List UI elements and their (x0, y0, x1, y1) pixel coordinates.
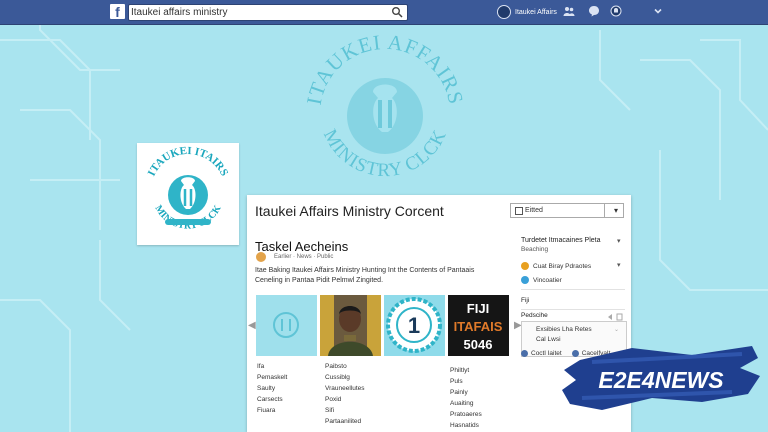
list-item[interactable]: Pemaskelt (257, 372, 287, 383)
sidebar-item-label: Cuat Biray Pdraotes (533, 262, 592, 270)
sidebar-chevron-icon[interactable]: ▾ (617, 261, 621, 269)
profile-button[interactable]: Itaukei Affairs (497, 4, 557, 20)
messenger-icon[interactable] (588, 5, 600, 17)
news-watermark-logo: E2E4NEWS (562, 346, 760, 410)
photo-gallery: ◀ 1 FIJI ITAFAIS 5046 ▶ (248, 295, 522, 357)
emblem-icon (273, 312, 299, 338)
edit-dropdown[interactable]: Eitted ▾ (510, 203, 624, 218)
divider (521, 309, 625, 310)
post-meta-text: Earlier · News · Public (274, 254, 334, 260)
watermark-emblem: ITAUKEI AFFAIRS MINISTRY CLCK (302, 32, 468, 181)
sidebar-label-subscribe[interactable]: Pedscihe (521, 312, 548, 319)
list-item[interactable]: Vrauneellutes (325, 383, 365, 394)
post-text-line: Itae Baking Itaukei Affairs Ministry Hun… (255, 267, 475, 274)
list-item[interactable]: Fiuara (257, 405, 287, 416)
poster-line-3: 5046 (464, 337, 493, 352)
list-item[interactable]: Partaanilited (325, 416, 365, 427)
list-item[interactable]: Paibsto (325, 361, 365, 372)
info-box-line-1: Exsibies Lha Retes (536, 326, 592, 333)
list-item[interactable]: Puls (450, 376, 482, 387)
list-item[interactable]: Saulty (257, 383, 287, 394)
list-item[interactable]: Painly (450, 387, 482, 398)
list-item[interactable]: Ifa (257, 361, 287, 372)
divider (521, 289, 625, 290)
page-avatar-icon (521, 262, 529, 270)
sidebar-header: Turdetet Itmacaines Pleta (521, 237, 601, 244)
page-title: Itaukei Affairs Ministry Corcent (255, 203, 444, 219)
badge-number: 1 (408, 313, 420, 338)
poster-image: FIJI ITAFAIS 5046 (448, 295, 509, 356)
chevron-down-icon[interactable]: ▾ (614, 204, 618, 217)
edit-icon (515, 207, 523, 215)
avatar (497, 5, 511, 19)
sidebar-label-fiji: Fiji (521, 297, 530, 304)
info-column-3: Philtlyt Puls Painly Auaiting Pratoaeres… (450, 365, 482, 431)
list-item[interactable]: Philtlyt (450, 365, 482, 376)
search-box[interactable] (128, 4, 408, 21)
share-icons[interactable] (607, 313, 623, 321)
sidebar-subheader: Beaching (521, 246, 549, 253)
sidebar-item[interactable]: Vincoatier (521, 275, 562, 285)
more-icon[interactable]: ⌄ (614, 326, 619, 333)
dropdown-label: Eitted (525, 207, 543, 214)
sidebar-item-label: Vincoatier (533, 276, 562, 284)
list-item[interactable]: Poxid (325, 394, 365, 405)
list-item[interactable]: Sifi (325, 405, 365, 416)
search-icon[interactable] (391, 6, 403, 18)
friends-icon[interactable] (563, 5, 575, 17)
list-item[interactable]: Pratoaeres (450, 409, 482, 420)
badge-image: 1 (386, 297, 442, 353)
bottom-link[interactable]: Coctl Iaitet (521, 349, 562, 357)
info-column-1: Ifa Pemaskelt Saulty Carsects Fiuara (257, 361, 287, 416)
post-body: Itae Baking Itaukei Affairs Ministry Hun… (255, 266, 515, 286)
account-menu-icon[interactable] (652, 5, 664, 17)
poster-line-1: FIJI (467, 301, 489, 316)
profile-name: Itaukei Affairs (515, 8, 557, 16)
gallery-photo-poster[interactable]: FIJI ITAFAIS 5046 (448, 295, 509, 356)
list-item[interactable]: Hasnatids (450, 420, 482, 431)
link-icon (521, 349, 528, 357)
portrait-image (320, 295, 381, 356)
sidebar-item[interactable]: Cuat Biray Pdraotes (521, 261, 591, 271)
gallery-photo-badge[interactable]: 1 (384, 295, 445, 356)
bottom-link-label: Coctl Iaitet (531, 349, 562, 357)
facebook-logo[interactable]: f (110, 4, 125, 20)
gallery-photo-portrait[interactable] (320, 295, 381, 356)
list-item[interactable]: Cussiblg (325, 372, 365, 383)
info-box-line-2: Cal Lwsi (536, 336, 561, 343)
sidebar-chevron-icon[interactable]: ▾ (617, 237, 621, 245)
news-logo-text: E2E4NEWS (598, 367, 724, 393)
notifications-icon[interactable] (610, 5, 622, 17)
poster-line-2: ITAFAIS (454, 319, 503, 334)
gallery-prev-icon[interactable]: ◀ (248, 320, 256, 331)
list-item[interactable]: Auaiting (450, 398, 482, 409)
page-avatar-icon (521, 276, 529, 284)
post-text-line: Ceneling in Pantaa Pidit Pelmwl Zingited… (255, 277, 384, 284)
post-meta: Earlier · News · Public (256, 251, 333, 263)
ministry-logo-card[interactable]: ITAUKEI ITAIRS MINISTRY CLCK (137, 143, 239, 245)
search-input[interactable] (131, 5, 381, 19)
info-column-2: Paibsto Cussiblg Vrauneellutes Poxid Sif… (325, 361, 365, 427)
dropdown-divider (604, 204, 605, 217)
top-nav-bar: f Itaukei Affairs (0, 0, 768, 25)
post-avatar[interactable] (256, 252, 266, 262)
ministry-emblem: ITAUKEI ITAIRS MINISTRY CLCK (146, 145, 231, 232)
list-item[interactable]: Carsects (257, 394, 287, 405)
svg-text:ITAUKEI ITAIRS: ITAUKEI ITAIRS (146, 145, 231, 178)
gallery-photo-emblem[interactable] (256, 295, 317, 356)
logo-text-top: ITAUKEI ITAIRS (146, 145, 231, 178)
